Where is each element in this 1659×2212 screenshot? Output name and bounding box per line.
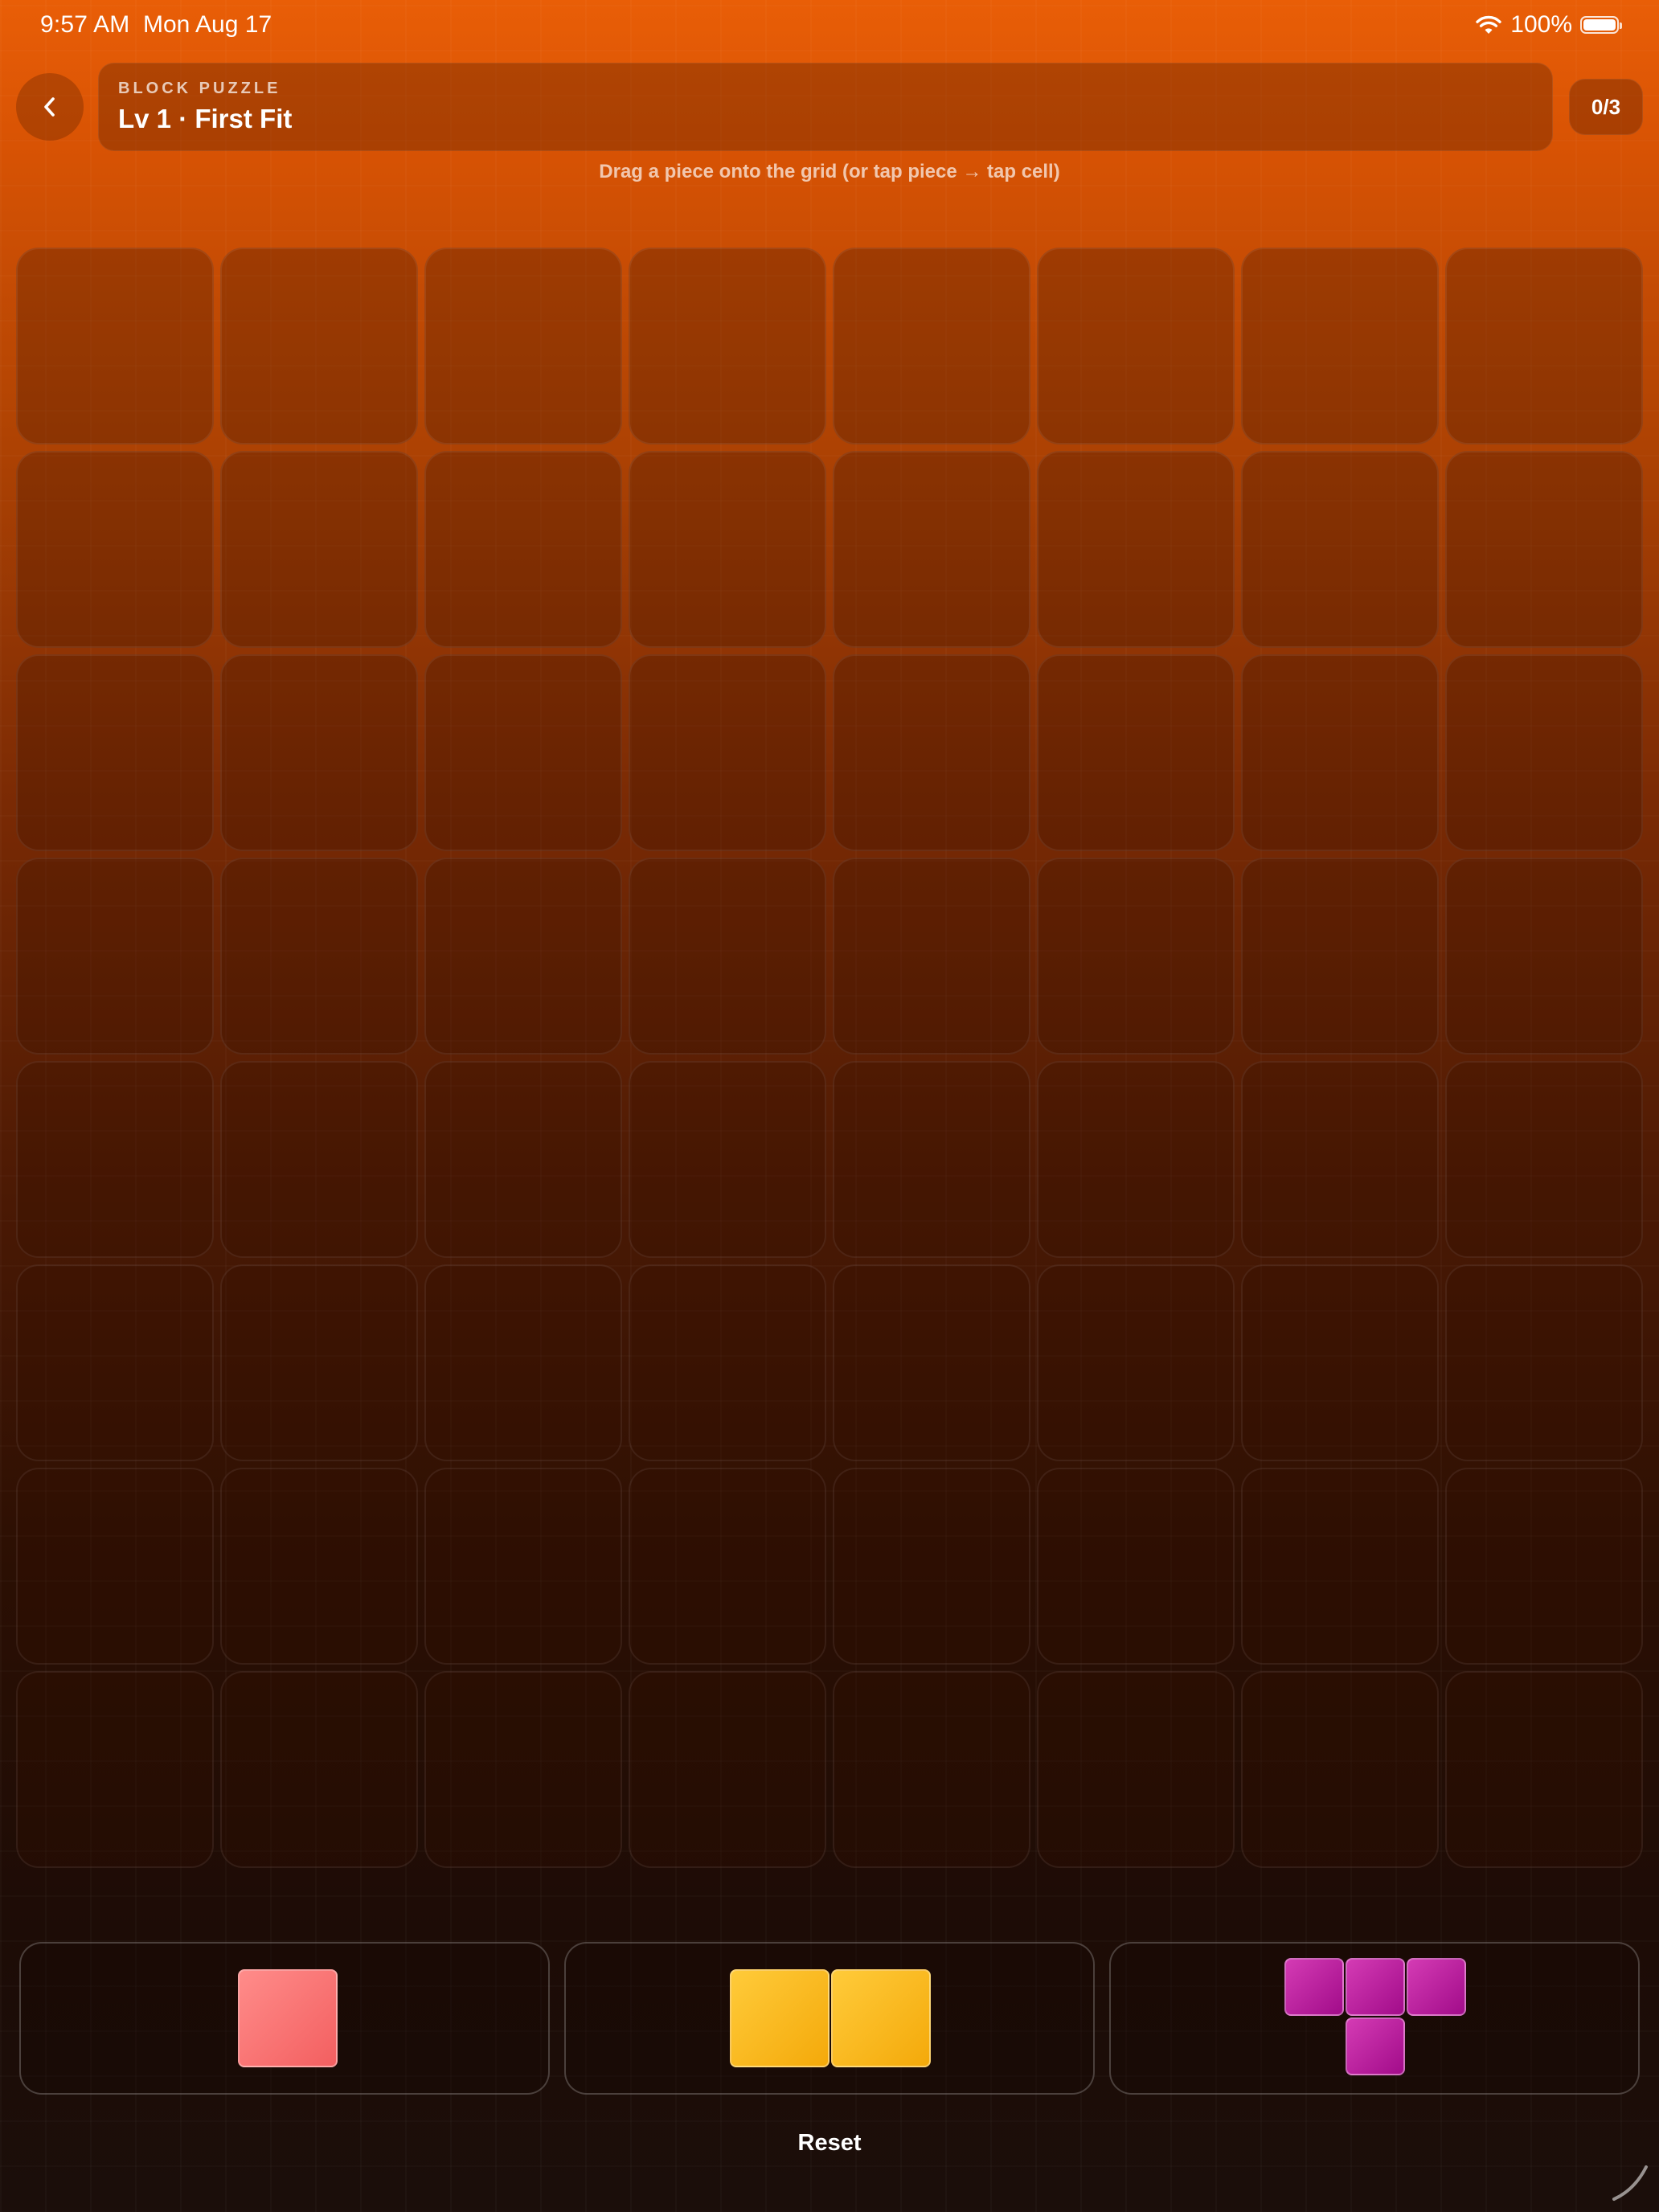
grid-cell[interactable] [16, 248, 214, 444]
piece-single-block[interactable] [238, 1969, 338, 2067]
grid-cell[interactable] [629, 654, 826, 851]
grid-cell[interactable] [1241, 1671, 1439, 1868]
chevron-left-icon [44, 97, 55, 117]
game-name-label: BLOCK PUZZLE [118, 80, 281, 97]
grid-cell[interactable] [833, 451, 1030, 648]
grid-cell[interactable] [1037, 1264, 1235, 1461]
grid-cell[interactable] [833, 654, 1030, 851]
grid-cell[interactable] [833, 1468, 1030, 1665]
grid-cell[interactable] [1037, 1061, 1235, 1258]
piece-slot-3[interactable] [1109, 1942, 1640, 2095]
grid-cell[interactable] [424, 858, 622, 1055]
grid-cell[interactable] [1445, 858, 1643, 1055]
grid-cell[interactable] [424, 248, 622, 444]
piece-slot-2[interactable] [564, 1942, 1095, 2095]
level-title: Lv 1 · First Fit [118, 104, 293, 133]
grid-cell[interactable] [424, 1671, 622, 1868]
level-title-card: BLOCK PUZZLE Lv 1 · First Fit [98, 63, 1553, 151]
grid-cell[interactable] [629, 858, 826, 1055]
grid-cell[interactable] [833, 248, 1030, 444]
grid-cell[interactable] [16, 1468, 214, 1665]
piece-t-block[interactable] [1407, 1958, 1466, 2016]
grid-cell[interactable] [629, 1061, 826, 1258]
grid-cell[interactable] [1241, 858, 1439, 1055]
grid-cell[interactable] [1445, 1264, 1643, 1461]
status-indicators: 100% [1475, 11, 1622, 39]
grid-cell[interactable] [220, 1061, 418, 1258]
grid-cell[interactable] [16, 1264, 214, 1461]
grid-cell[interactable] [424, 654, 622, 851]
reset-button[interactable]: Reset [749, 2122, 910, 2162]
grid-cell[interactable] [16, 451, 214, 648]
status-date: Mon Aug 17 [143, 11, 272, 38]
wifi-icon [1476, 15, 1501, 34]
grid-cell[interactable] [833, 1061, 1030, 1258]
grid-cell[interactable] [16, 1061, 214, 1258]
grid-cell[interactable] [1037, 1671, 1235, 1868]
grid-cell[interactable] [1037, 654, 1235, 851]
grid-cell[interactable] [1241, 1061, 1439, 1258]
grid-cell[interactable] [629, 248, 826, 444]
grid-cell[interactable] [629, 1468, 826, 1665]
piece-slot-1[interactable] [19, 1942, 550, 2095]
piece-t-block[interactable] [1346, 2017, 1405, 2075]
grid-cell[interactable] [1445, 248, 1643, 444]
grid-cell[interactable] [16, 654, 214, 851]
grid-cell[interactable] [220, 1671, 418, 1868]
grid-cell[interactable] [220, 858, 418, 1055]
grid-cell[interactable] [1241, 1468, 1439, 1665]
grid-cell[interactable] [629, 1264, 826, 1461]
piece-t-block[interactable] [1284, 1958, 1344, 2016]
progress-badge: 0/3 [1569, 79, 1643, 135]
back-button[interactable] [16, 73, 84, 141]
grid-cell[interactable] [220, 654, 418, 851]
status-bar: 9:57 AM Mon Aug 17 100% [0, 0, 1659, 51]
grid-cell[interactable] [424, 1264, 622, 1461]
grid-cell[interactable] [1445, 654, 1643, 851]
grid-cell[interactable] [1445, 1671, 1643, 1868]
grid-cell[interactable] [16, 1671, 214, 1868]
grid-cell[interactable] [220, 1264, 418, 1461]
grid-cell[interactable] [1037, 1468, 1235, 1665]
grid-cell[interactable] [1037, 248, 1235, 444]
grid-cell[interactable] [1037, 451, 1235, 648]
status-time: 9:57 AM [40, 11, 130, 38]
grid-cell[interactable] [833, 1671, 1030, 1868]
piece-domino-block[interactable] [831, 1969, 931, 2067]
grid-cell[interactable] [629, 451, 826, 648]
grid-cell[interactable] [833, 858, 1030, 1055]
grid-cell[interactable] [424, 1061, 622, 1258]
grid-cell[interactable] [1445, 451, 1643, 648]
grid-cell[interactable] [1445, 1061, 1643, 1258]
grid-cell[interactable] [1241, 1264, 1439, 1461]
grid-cell[interactable] [833, 1264, 1030, 1461]
grid-cell[interactable] [424, 1468, 622, 1665]
scroll-indicator-icon [1612, 2165, 1648, 2201]
grid-cell[interactable] [1241, 654, 1439, 851]
grid-cell[interactable] [1445, 1468, 1643, 1665]
grid-cell[interactable] [629, 1671, 826, 1868]
piece-domino-block[interactable] [730, 1969, 830, 2067]
grid-cell[interactable] [424, 451, 622, 648]
battery-percent: 100% [1510, 11, 1572, 38]
grid-cell[interactable] [220, 1468, 418, 1665]
grid-cell[interactable] [16, 858, 214, 1055]
grid-cell[interactable] [220, 248, 418, 444]
grid-cell[interactable] [1241, 248, 1439, 444]
grid-cell[interactable] [1241, 451, 1439, 648]
piece-t-block[interactable] [1346, 1958, 1405, 2016]
grid-cell[interactable] [1037, 858, 1235, 1055]
grid-cell[interactable] [220, 451, 418, 648]
battery-icon [1580, 16, 1622, 34]
instruction-hint: Drag a piece onto the grid (or tap piece… [599, 161, 1060, 182]
puzzle-grid [16, 248, 1643, 1874]
